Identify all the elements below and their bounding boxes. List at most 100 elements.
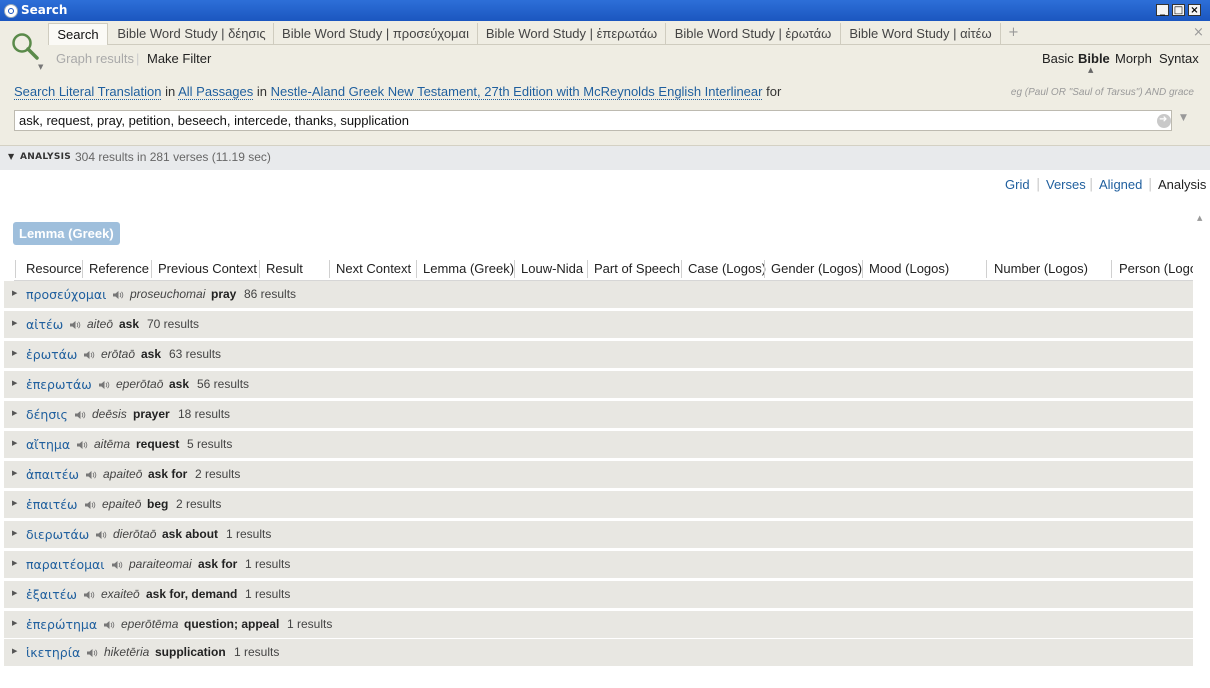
expand-row-icon[interactable]: ▶ xyxy=(12,379,17,387)
speaker-icon[interactable] xyxy=(85,469,97,479)
lemma-link[interactable]: προσεύχομαι xyxy=(26,287,106,302)
expand-row-icon[interactable]: ▶ xyxy=(12,409,17,417)
column-divider[interactable] xyxy=(587,260,588,278)
tab-word-study-deesis[interactable]: Bible Word Study | δέησις xyxy=(110,23,274,45)
view-grid[interactable]: Grid xyxy=(1005,177,1030,192)
lemma-link[interactable]: ἐπαιτέω xyxy=(26,497,78,512)
make-filter-button[interactable]: Make Filter xyxy=(147,51,211,66)
speaker-icon[interactable] xyxy=(83,589,95,599)
tab-word-study-aiteo[interactable]: Bible Word Study | αἰτέω xyxy=(841,23,1001,45)
search-input[interactable]: ask, request, pray, petition, beseech, i… xyxy=(14,110,1172,131)
result-row[interactable]: ▶ ἐπερώτημα eperōtēma question; appeal 1 res… xyxy=(4,611,1193,638)
mode-morph[interactable]: Morph xyxy=(1115,51,1152,66)
expand-row-icon[interactable]: ▶ xyxy=(12,529,17,537)
result-row[interactable]: ▶ διερωτάω dierōtaō ask about 1 results xyxy=(4,521,1193,548)
lemma-link[interactable]: παραιτέομαι xyxy=(26,557,105,572)
graph-results-button[interactable]: Graph results xyxy=(56,51,134,66)
add-tab-button[interactable]: + xyxy=(1008,25,1019,40)
view-analysis[interactable]: Analysis xyxy=(1158,177,1206,192)
view-verses[interactable]: Verses xyxy=(1046,177,1086,192)
lemma-link[interactable]: δέησις xyxy=(26,407,68,422)
view-aligned[interactable]: Aligned xyxy=(1099,177,1142,192)
speaker-icon[interactable] xyxy=(98,379,110,389)
column-resource[interactable]: Resource xyxy=(26,261,82,276)
lemma-link[interactable]: αἰτέω xyxy=(26,317,63,332)
result-row[interactable]: ▶ ἀπαιτέω apaiteō ask for 2 results xyxy=(4,461,1193,488)
expand-row-icon[interactable]: ▶ xyxy=(12,289,17,297)
window-title-bar[interactable]: Search _ □ × xyxy=(0,0,1210,21)
result-row[interactable]: ▶ ἐπαιτέω epaiteō beg 2 results xyxy=(4,491,1193,518)
tab-word-study-erotao[interactable]: Bible Word Study | ἐρωτάω xyxy=(666,23,841,45)
column-divider[interactable] xyxy=(416,260,417,278)
lemma-link[interactable]: αἴτημα xyxy=(26,437,70,452)
expand-row-icon[interactable]: ▶ xyxy=(12,349,17,357)
analysis-label[interactable]: ANALYSIS xyxy=(20,152,71,162)
column-case[interactable]: Case (Logos) xyxy=(688,261,766,276)
result-row[interactable]: ▶ ἱκετηρία hiketēria supplication 1 results xyxy=(4,639,1193,666)
expand-row-icon[interactable]: ▶ xyxy=(12,559,17,567)
maximize-button[interactable]: □ xyxy=(1172,4,1185,16)
column-louw-nida[interactable]: Louw-Nida xyxy=(521,261,583,276)
result-row[interactable]: ▶ αἰτέω aiteō ask 70 results xyxy=(4,311,1193,338)
result-row[interactable]: ▶ ἐπερωτάω eperōtaō ask 56 results xyxy=(4,371,1193,398)
column-divider[interactable] xyxy=(329,260,330,278)
go-arrow-icon[interactable] xyxy=(1157,114,1171,128)
column-result[interactable]: Result xyxy=(266,261,303,276)
expand-row-icon[interactable]: ▶ xyxy=(12,619,17,627)
lemma-link[interactable]: ἀπαιτέω xyxy=(26,467,79,482)
scroll-up-icon[interactable]: ▲ xyxy=(1197,214,1202,222)
column-person[interactable]: Person (Logos) xyxy=(1119,261,1193,276)
column-divider[interactable] xyxy=(151,260,152,278)
search-field-dropdown[interactable]: Search Literal Translation xyxy=(14,84,162,100)
speaker-icon[interactable] xyxy=(74,409,86,419)
range-dropdown[interactable]: All Passages xyxy=(178,84,254,100)
result-row[interactable]: ▶ παραιτέομαι paraiteomai ask for 1 results xyxy=(4,551,1193,578)
speaker-icon[interactable] xyxy=(103,619,115,629)
tab-search[interactable]: Search xyxy=(48,23,108,45)
search-menu-caret-icon[interactable]: ▼ xyxy=(38,63,43,71)
column-gender[interactable]: Gender (Logos) xyxy=(771,261,862,276)
lemma-link[interactable]: ἐρωτάω xyxy=(26,347,77,362)
expand-row-icon[interactable]: ▶ xyxy=(12,647,17,655)
column-number[interactable]: Number (Logos) xyxy=(994,261,1088,276)
collapse-triangle-icon[interactable]: ▼ xyxy=(8,152,14,161)
speaker-icon[interactable] xyxy=(69,319,81,329)
result-row[interactable]: ▶ δέησις deēsis prayer 18 results xyxy=(4,401,1193,428)
column-reference[interactable]: Reference xyxy=(89,261,149,276)
mode-bible[interactable]: Bible xyxy=(1078,51,1110,66)
column-divider[interactable] xyxy=(764,260,765,278)
column-divider[interactable] xyxy=(986,260,987,278)
search-history-caret-icon[interactable]: ▼ xyxy=(1180,113,1187,123)
column-divider[interactable] xyxy=(1111,260,1112,278)
speaker-icon[interactable] xyxy=(111,559,123,569)
speaker-icon[interactable] xyxy=(86,647,98,657)
column-divider[interactable] xyxy=(862,260,863,278)
speaker-icon[interactable] xyxy=(84,499,96,509)
column-divider[interactable] xyxy=(259,260,260,278)
lemma-link[interactable]: διερωτάω xyxy=(26,527,89,542)
minimize-button[interactable]: _ xyxy=(1156,4,1169,16)
tab-word-study-eperotao[interactable]: Bible Word Study | ἐπερωτάω xyxy=(478,23,666,45)
column-divider[interactable] xyxy=(681,260,682,278)
close-window-button[interactable]: × xyxy=(1188,4,1201,16)
speaker-icon[interactable] xyxy=(112,289,124,299)
speaker-icon[interactable] xyxy=(83,349,95,359)
column-next-context[interactable]: Next Context xyxy=(336,261,411,276)
magnifier-icon[interactable] xyxy=(10,31,40,61)
result-row[interactable]: ▶ ἐρωτάω erōtaō ask 63 results xyxy=(4,341,1193,368)
column-divider[interactable] xyxy=(82,260,83,278)
expand-row-icon[interactable]: ▶ xyxy=(12,499,17,507)
result-row[interactable]: ▶ ἐξαιτέω exaiteō ask for, demand 1 results xyxy=(4,581,1193,608)
expand-row-icon[interactable]: ▶ xyxy=(12,469,17,477)
speaker-icon[interactable] xyxy=(95,529,107,539)
lemma-link[interactable]: ἐξαιτέω xyxy=(26,587,77,602)
column-previous-context[interactable]: Previous Context xyxy=(158,261,257,276)
resource-dropdown[interactable]: Nestle-Aland Greek New Testament, 27th E… xyxy=(270,84,763,100)
expand-row-icon[interactable]: ▶ xyxy=(12,589,17,597)
result-row[interactable]: ▶ αἴτημα aitēma request 5 results xyxy=(4,431,1193,458)
column-mood[interactable]: Mood (Logos) xyxy=(869,261,949,276)
result-row[interactable]: ▶ προσεύχομαι proseuchomai pray 86 results xyxy=(4,281,1193,308)
column-part-of-speech[interactable]: Part of Speech xyxy=(594,261,680,276)
group-by-chip[interactable]: Lemma (Greek) xyxy=(13,222,120,245)
tab-word-study-proseuchomai[interactable]: Bible Word Study | προσεύχομαι xyxy=(274,23,478,45)
